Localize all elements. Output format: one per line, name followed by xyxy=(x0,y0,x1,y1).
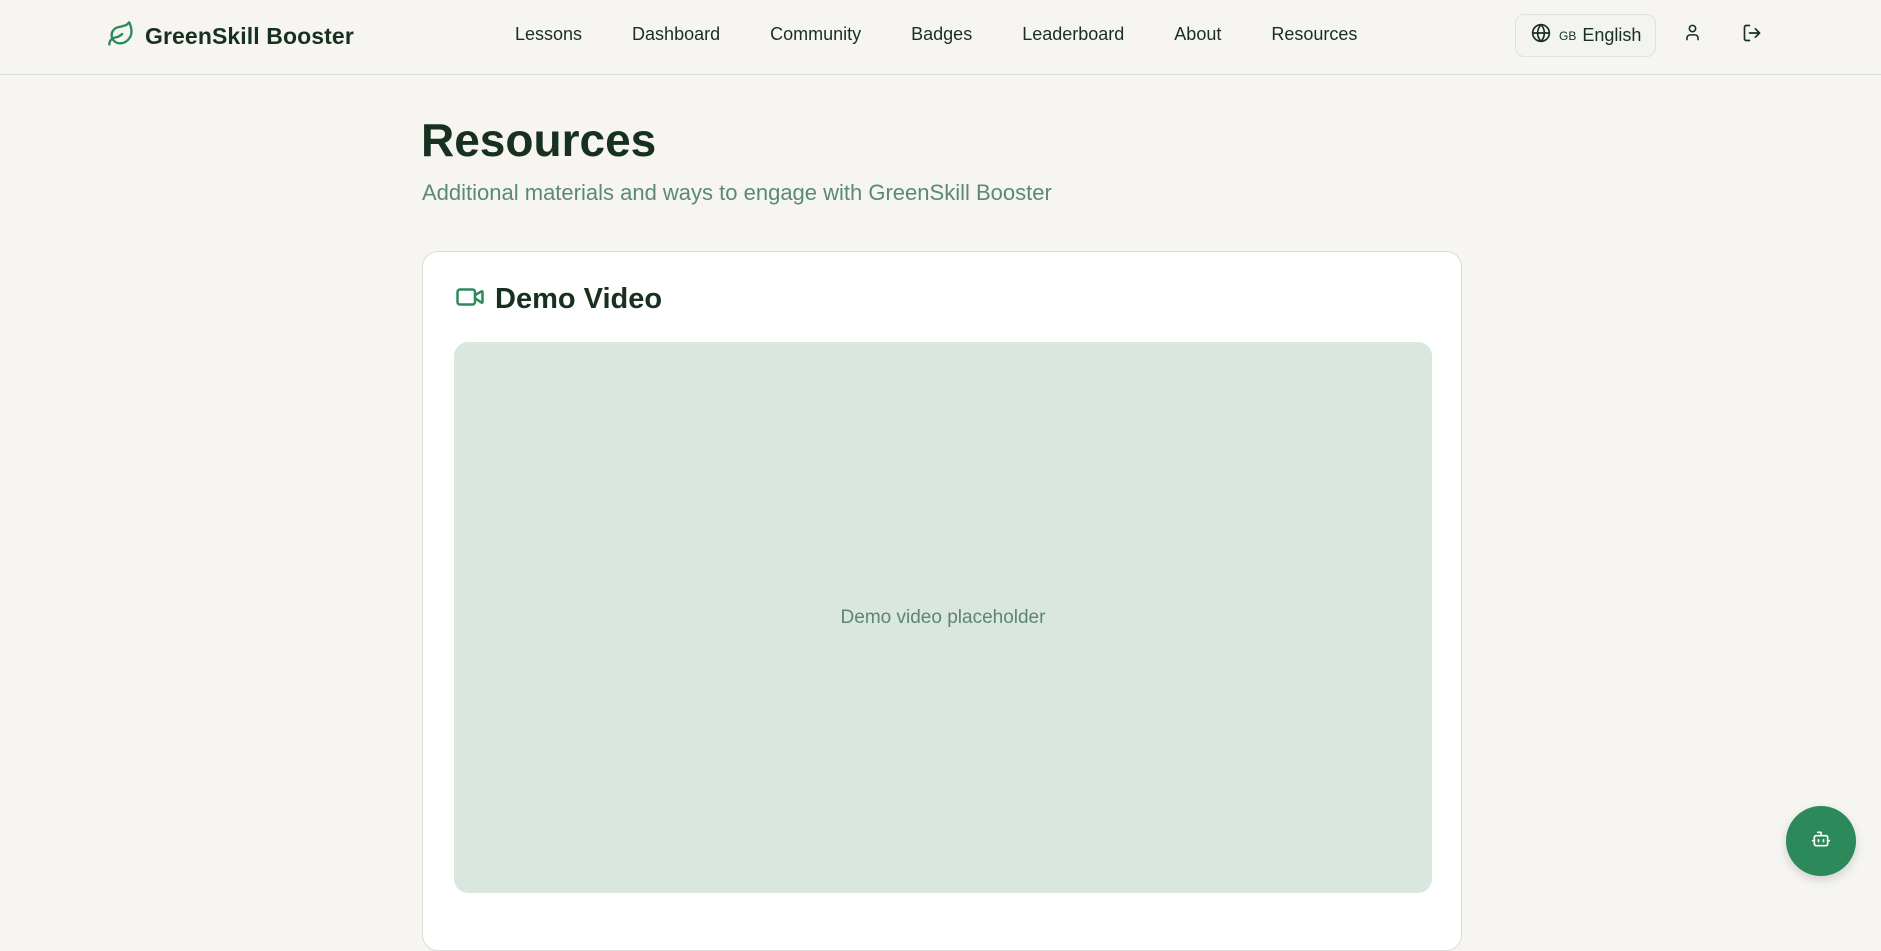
video-player[interactable]: Demo video placeholder xyxy=(454,342,1432,893)
bot-icon xyxy=(1811,829,1831,854)
nav-badges[interactable]: Badges xyxy=(911,24,972,45)
profile-button[interactable] xyxy=(1679,22,1705,48)
video-placeholder-text: Demo video placeholder xyxy=(840,606,1046,628)
nav-lessons[interactable]: Lessons xyxy=(515,24,582,45)
card-header: Demo Video xyxy=(455,282,662,317)
user-icon xyxy=(1683,23,1702,47)
nav-about[interactable]: About xyxy=(1174,24,1221,45)
card-title: Demo Video xyxy=(495,283,663,315)
nav-leaderboard[interactable]: Leaderboard xyxy=(1022,24,1124,45)
video-camera-icon xyxy=(455,282,485,317)
language-label: English xyxy=(1582,25,1642,45)
main-nav: Lessons Dashboard Community Badges Leade… xyxy=(515,24,1357,45)
globe-icon xyxy=(1531,23,1551,48)
page-subtitle: Additional materials and ways to engage … xyxy=(422,180,1052,205)
top-header: GreenSkill Booster Lessons Dashboard Com… xyxy=(0,0,1881,75)
brand-logo[interactable]: GreenSkill Booster xyxy=(107,20,354,53)
demo-video-card: Demo Video Demo video placeholder xyxy=(422,251,1462,951)
nav-resources[interactable]: Resources xyxy=(1271,24,1357,45)
logout-button[interactable] xyxy=(1739,22,1765,48)
logout-icon xyxy=(1742,23,1762,48)
leaf-icon xyxy=(107,20,135,53)
language-code: GB xyxy=(1559,28,1577,43)
brand-name: GreenSkill Booster xyxy=(145,23,354,49)
nav-community[interactable]: Community xyxy=(770,24,861,45)
page-title: Resources xyxy=(421,114,657,166)
chat-assistant-button[interactable] xyxy=(1786,806,1856,876)
nav-dashboard[interactable]: Dashboard xyxy=(632,24,720,45)
language-selector[interactable]: GB English xyxy=(1515,14,1656,57)
